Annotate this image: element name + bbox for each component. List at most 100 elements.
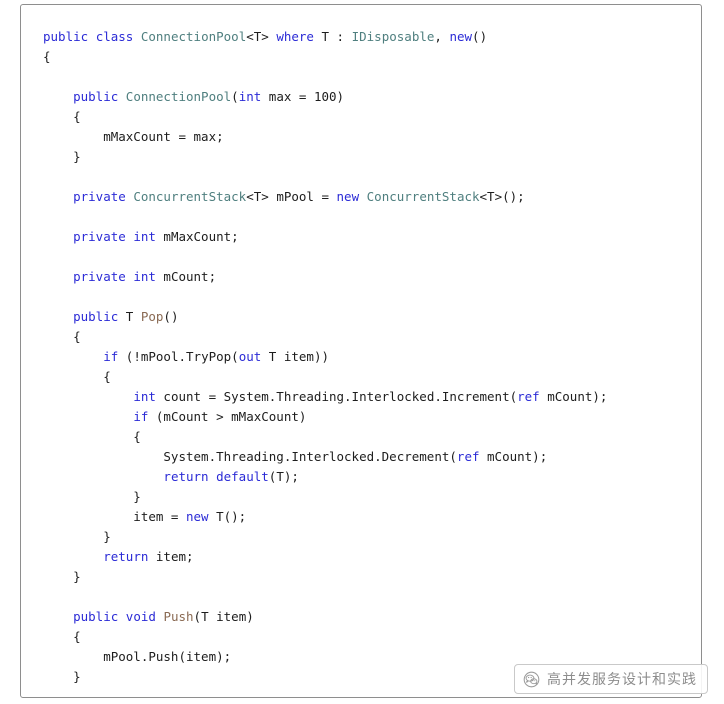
code-token: } <box>43 668 81 684</box>
code-line: public ConnectionPool(int max = 100) <box>43 87 607 107</box>
code-token: Push <box>163 608 194 624</box>
code-line: item = new T(); <box>43 507 607 527</box>
code-line: } <box>43 487 607 507</box>
code-line: ​ <box>43 287 607 307</box>
code-token: T item)) <box>261 348 330 364</box>
code-token: { <box>43 48 51 64</box>
code-line: return default(T); <box>43 467 607 487</box>
code-token: ref <box>517 388 540 404</box>
code-token: mMaxCount = max; <box>43 128 224 144</box>
code-line: System.Threading.Interlocked.Decrement(r… <box>43 447 607 467</box>
code-token: mCount; <box>155 268 217 284</box>
code-token: <T>(); <box>479 188 525 204</box>
code-token: () <box>472 28 488 44</box>
code-token: { <box>43 428 141 444</box>
code-token: mMaxCount; <box>155 228 239 244</box>
code-token: int <box>133 388 156 404</box>
code-line: private int mCount; <box>43 267 607 287</box>
code-line: private int mMaxCount; <box>43 227 607 247</box>
code-token: public <box>73 608 119 624</box>
code-line: int count = System.Threading.Interlocked… <box>43 387 607 407</box>
code-token: public <box>43 28 89 44</box>
code-line: } <box>43 147 607 167</box>
code-token: (T); <box>268 468 299 484</box>
code-line: public void Push(T item) <box>43 607 607 627</box>
code-line: { <box>43 627 607 647</box>
watermark-label: 高并发服务设计和实践 <box>547 672 697 688</box>
code-token: { <box>43 628 81 644</box>
code-token: void <box>125 608 156 624</box>
code-token: System.Threading.Interlocked.Decrement( <box>43 448 457 464</box>
code-token: { <box>43 328 81 344</box>
code-token: int <box>133 268 156 284</box>
code-line: { <box>43 47 607 67</box>
code-token: if <box>133 408 149 424</box>
code-token: int <box>238 88 262 104</box>
code-token: out <box>238 348 262 364</box>
code-line: public T Pop() <box>43 307 607 327</box>
code-line: public class ConnectionPool<T> where T :… <box>43 27 607 47</box>
screenshot-canvas: public class ConnectionPool<T> where T :… <box>0 0 724 704</box>
code-listing[interactable]: public class ConnectionPool<T> where T :… <box>43 27 607 704</box>
code-token: (mCount > mMaxCount) <box>148 408 307 424</box>
code-line: if (mCount > mMaxCount) <box>43 407 607 427</box>
code-token: where <box>276 28 314 44</box>
code-token: if <box>103 348 119 364</box>
code-token: int <box>133 228 156 244</box>
code-token: new <box>449 28 473 44</box>
wechat-official-account-icon <box>523 671 540 688</box>
code-line: { <box>43 367 607 387</box>
code-token: new <box>336 188 360 204</box>
code-token: ( <box>231 88 239 104</box>
code-line: { <box>43 107 607 127</box>
code-token: mPool.Push(item); <box>43 648 232 664</box>
code-line: ​ <box>43 207 607 227</box>
code-token: 100 <box>313 88 337 104</box>
code-line: } <box>43 527 607 547</box>
code-token: ConnectionPool <box>140 28 247 44</box>
code-line: if (!mPool.TryPop(out T item)) <box>43 347 607 367</box>
code-line: ​ <box>43 587 607 607</box>
code-line: ​ <box>43 247 607 267</box>
code-token: ConcurrentStack <box>366 188 480 204</box>
code-line: return item; <box>43 547 607 567</box>
code-token: item; <box>148 548 194 564</box>
code-token: public <box>73 88 119 104</box>
code-token: () <box>163 308 179 324</box>
code-token: return <box>163 468 209 484</box>
code-token: new <box>186 508 209 524</box>
code-token: <T> <box>246 28 277 44</box>
code-token: T(); <box>208 508 247 524</box>
code-line: ​ <box>43 67 607 87</box>
code-token: T <box>118 308 141 324</box>
code-token: public <box>73 308 119 324</box>
code-token: max = <box>261 88 314 104</box>
code-line: { <box>43 427 607 447</box>
code-token: IDisposable <box>351 28 435 44</box>
code-token: ) <box>336 88 345 104</box>
code-token: } <box>43 528 111 544</box>
code-token: default <box>216 468 269 484</box>
code-card: public class ConnectionPool<T> where T :… <box>20 4 702 698</box>
code-token: <T> mPool = <box>246 188 337 204</box>
code-token: private <box>73 268 126 284</box>
code-token: } <box>43 568 81 584</box>
code-token: } <box>43 488 141 504</box>
code-token: (!mPool.TryPop( <box>118 348 239 364</box>
code-token: ConnectionPool <box>125 88 232 104</box>
code-line: private ConcurrentStack<T> mPool = new C… <box>43 187 607 207</box>
code-token: T : <box>313 28 352 44</box>
